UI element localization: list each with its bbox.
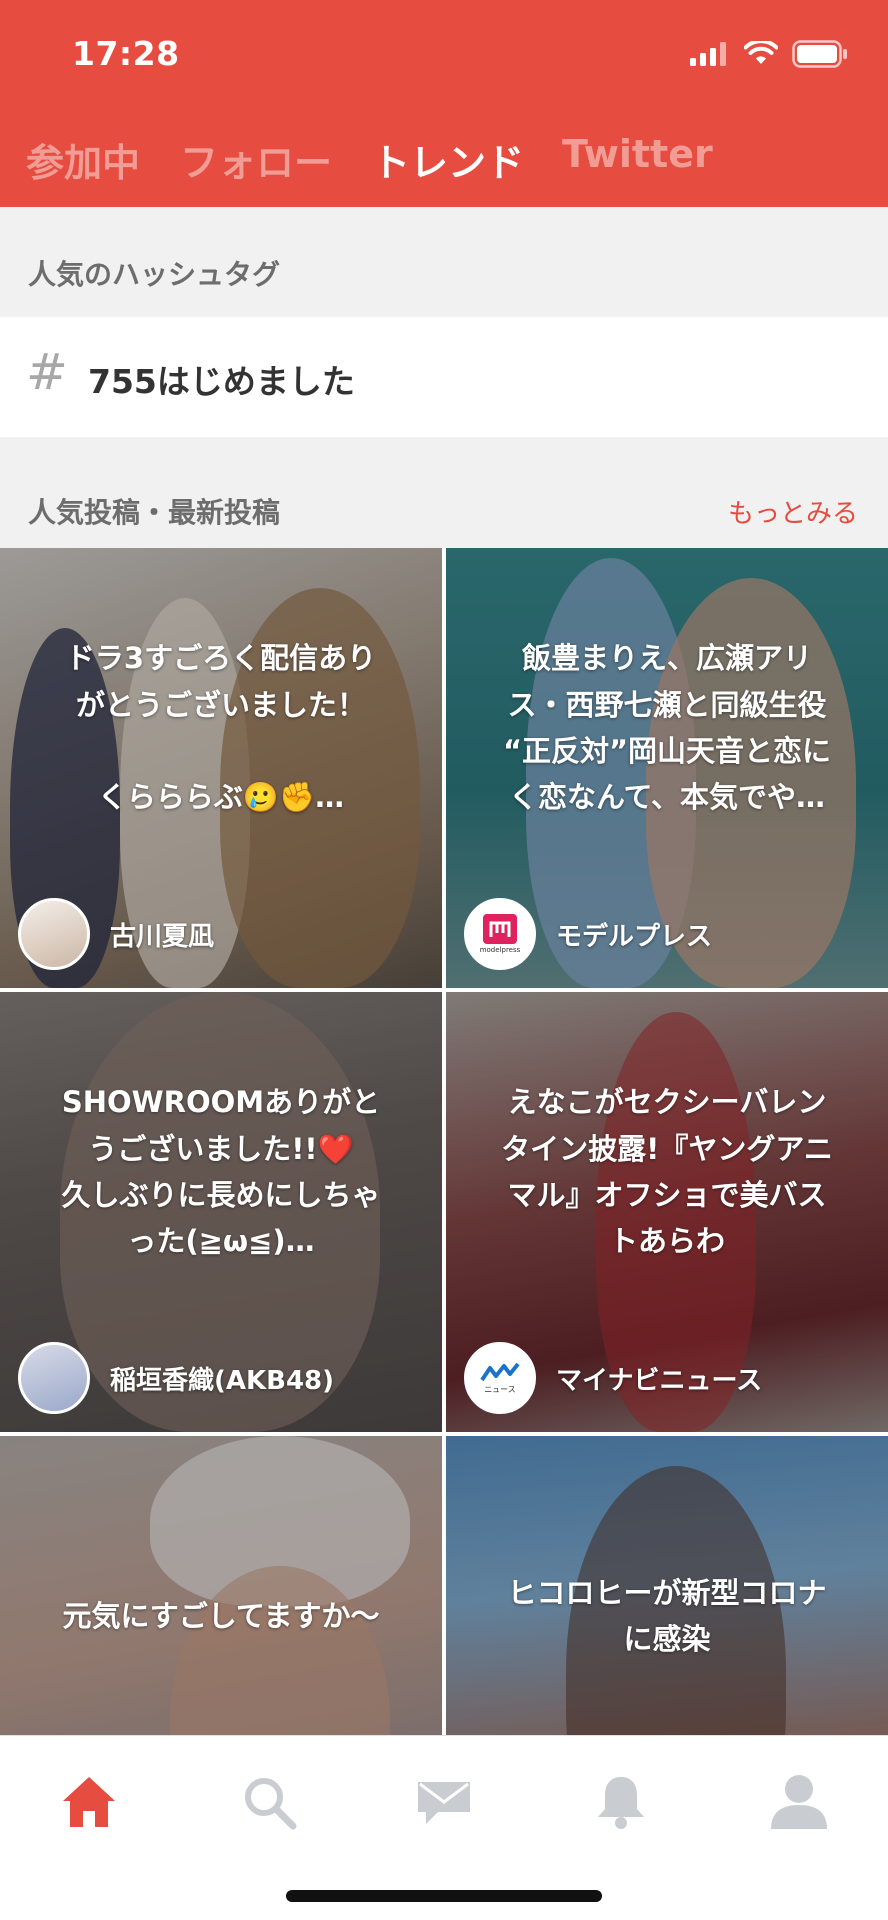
author-name: マイナビニュース [556, 1365, 763, 1396]
author-name: 稲垣香織(AKB48) [110, 1365, 335, 1396]
modelpress-logo-icon [483, 914, 517, 944]
author-name: 古川夏凪 [110, 921, 215, 952]
nav-home[interactable] [44, 1762, 134, 1842]
post-caption: SHOWROOMありがと うございました!!❤️ 久しぶりに長めにしちゃ った(… [61, 1085, 381, 1259]
mynavi-logo-icon [480, 1362, 520, 1381]
post-card[interactable]: ドラ3すごろく配信あり がとうございました！ くらららぶ🥲✊… 古川夏凪 [0, 548, 442, 988]
post-author: modelpress モデルプレス [464, 898, 712, 970]
search-icon [245, 1778, 297, 1830]
app-header: 17:28 参加中 フォロー トレンド Twitter [0, 0, 888, 207]
posts-section-title: 人気投稿・最新投稿 [28, 496, 281, 529]
post-caption: 飯豊まりえ、広瀬アリ ス・西野七瀬と同級生役 “正反対”岡山天音と恋に く恋なん… [502, 641, 832, 815]
post-caption: ヒコロヒーが新型コロナ に感染 [507, 1575, 827, 1656]
home-indicator [286, 1890, 602, 1902]
wifi-icon [744, 41, 778, 64]
status-icons [690, 40, 848, 68]
post-caption: えなこがセクシーバレン タイン披露!『ヤングアニ マル』オフショで美バス トあら… [501, 1085, 833, 1259]
tab-joined[interactable]: 参加中 [26, 132, 140, 187]
status-time: 17:28 [72, 34, 180, 73]
author-name: モデルプレス [556, 921, 713, 952]
post-caption: ドラ3すごろく配信あり がとうございました！ くらららぶ🥲✊… [65, 641, 377, 815]
post-card[interactable]: えなこがセクシーバレン タイン披露!『ヤングアニ マル』オフショで美バス トあら… [446, 992, 888, 1432]
top-tab-bar: 参加中 フォロー トレンド Twitter [0, 128, 888, 208]
see-more-link[interactable]: もっとみる [728, 493, 858, 530]
tab-trend[interactable]: トレンド [372, 132, 524, 187]
mail-icon [418, 1782, 470, 1824]
post-caption: 元気にすごしてますか〜 [62, 1598, 380, 1633]
nav-search[interactable] [224, 1762, 314, 1842]
tab-twitter[interactable]: Twitter [562, 132, 713, 176]
cellular-signal-icon [690, 42, 726, 66]
home-icon [63, 1777, 115, 1827]
post-card[interactable]: 飯豊まりえ、広瀬アリ ス・西野七瀬と同級生役 “正反対”岡山天音と恋に く恋なん… [446, 548, 888, 988]
profile-icon [771, 1775, 827, 1829]
author-avatar [18, 898, 90, 970]
author-avatar [18, 1342, 90, 1414]
hashtag-label: 755はじめました [88, 362, 355, 401]
hashtag-section-title: 人気のハッシュタグ [28, 258, 281, 291]
post-author: ニュース マイナビニュース [464, 1342, 762, 1414]
posts-grid: ドラ3すごろく配信あり がとうございました！ くらららぶ🥲✊… 古川夏凪 飯豊ま… [0, 548, 888, 1735]
post-author: 古川夏凪 [18, 898, 214, 970]
hashtag-section-header: 人気のハッシュタグ [0, 207, 888, 317]
bell-icon [598, 1777, 644, 1829]
post-author: 稲垣香織(AKB48) [18, 1342, 334, 1414]
battery-icon [792, 40, 847, 68]
author-avatar: modelpress [464, 898, 536, 970]
hashtag-item[interactable]: # 755はじめました [0, 317, 888, 437]
nav-profile[interactable] [754, 1762, 844, 1842]
nav-messages[interactable] [399, 1762, 489, 1842]
post-card[interactable]: 元気にすごしてますか〜 [0, 1436, 442, 1735]
author-avatar: ニュース [464, 1342, 536, 1414]
nav-notifications[interactable] [576, 1762, 666, 1842]
post-card[interactable]: SHOWROOMありがと うございました!!❤️ 久しぶりに長めにしちゃ った(… [0, 992, 442, 1432]
post-card[interactable]: ヒコロヒーが新型コロナ に感染 [446, 1436, 888, 1735]
tab-follow[interactable]: フォロー [180, 132, 332, 187]
posts-section-header: 人気投稿・最新投稿 もっとみる [0, 437, 888, 548]
hashtag-icon: # [26, 343, 68, 401]
